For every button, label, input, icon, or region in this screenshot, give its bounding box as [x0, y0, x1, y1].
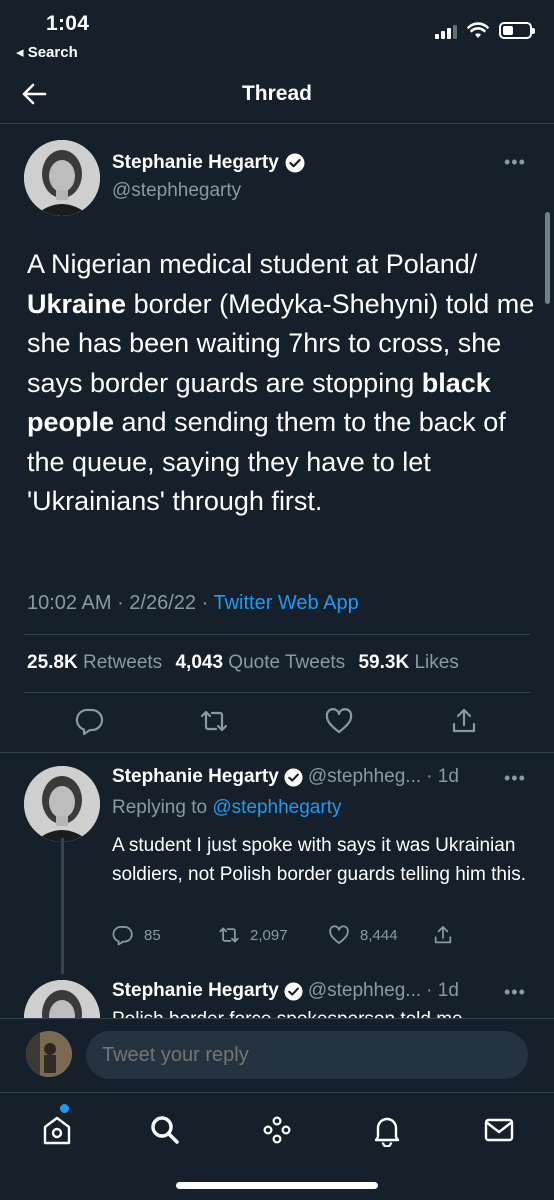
tweet-stats: 25.8K Retweets 4,043 Quote Tweets 59.3K …: [27, 652, 459, 674]
likes-count: 59.3K: [358, 652, 410, 673]
share-icon[interactable]: [449, 706, 479, 736]
tweet-date: 2/26/22: [129, 592, 197, 614]
tweet-actions: [0, 706, 554, 742]
tweet-text-part: A Nigerian medical student at Poland/: [27, 249, 478, 279]
messages-mail-icon[interactable]: [482, 1113, 516, 1147]
reply-text-truncated: Polish border force spokesperson told me: [112, 1010, 532, 1018]
share-icon: [434, 926, 452, 944]
battery-icon: [499, 22, 535, 39]
reply-like-button[interactable]: 8,444: [328, 924, 398, 946]
reply-text: Polish border force spokesperson told me: [112, 1010, 532, 1018]
reply-text: A student I just spoke with says it was …: [112, 835, 526, 885]
reply-replies-count: 85: [144, 926, 161, 944]
reply-share-button[interactable]: [432, 924, 454, 946]
reply-author-name: Stephanie Hegarty: [112, 766, 279, 787]
thread-header: Thread: [0, 66, 554, 124]
like-heart-icon: [329, 925, 349, 944]
divider: [24, 692, 530, 693]
tweet-source-link[interactable]: Twitter Web App: [213, 592, 358, 614]
thread-connector-line: [61, 838, 64, 974]
tweet-text: A Nigerian medical student at Poland/ Uk…: [27, 245, 537, 522]
quotes-label: Quote Tweets: [228, 652, 346, 673]
tweet-timestamp: 10:02 AM · 2/26/22 · Twitter Web App: [27, 592, 359, 614]
reply-author-avatar[interactable]: [24, 980, 100, 1018]
avatar-photo: [24, 766, 100, 842]
author-name[interactable]: Stephanie Hegarty: [112, 152, 305, 174]
avatar-photo: [24, 140, 100, 216]
back-to-search-link[interactable]: ◂ Search: [16, 43, 78, 61]
tweet-reply-input[interactable]: [86, 1031, 528, 1079]
quotes-count: 4,043: [175, 652, 224, 673]
status-bar: 1:04 ◂ Search: [0, 0, 554, 66]
avatar-photo: [26, 1031, 72, 1077]
verified-badge-icon: [284, 767, 303, 787]
author-name-text: Stephanie Hegarty: [112, 152, 279, 173]
reply-more-options-icon[interactable]: •••: [504, 982, 526, 1003]
author-avatar[interactable]: [24, 140, 100, 216]
reply-retweet-button[interactable]: 2,097: [218, 924, 288, 946]
likes-stat[interactable]: 59.3K Likes: [358, 652, 458, 673]
reply-icon: [112, 926, 133, 946]
divider: [24, 634, 530, 635]
likes-label: Likes: [414, 652, 459, 673]
reply-age: · 1d: [426, 980, 459, 1001]
retweets-count: 25.8K: [27, 652, 78, 673]
status-icons: [435, 22, 535, 39]
retweets-label: Retweets: [82, 652, 163, 673]
wifi-icon: [467, 22, 489, 38]
tweet-text-bold: Ukraine: [27, 288, 127, 319]
current-user-avatar[interactable]: [26, 1031, 72, 1077]
replying-prefix: Replying to: [112, 797, 208, 818]
home-icon[interactable]: [40, 1113, 74, 1147]
reply-author-line[interactable]: Stephanie Hegarty @stephheg... · 1d: [112, 766, 459, 788]
retweet-icon: [219, 927, 239, 943]
reply-actions: 85 2,097 8,444: [112, 924, 532, 948]
replying-to-link[interactable]: @stephhegarty: [212, 797, 341, 818]
retweets-stat[interactable]: 25.8K Retweets: [27, 652, 162, 673]
reply-likes-count: 8,444: [360, 926, 398, 944]
reply-reply-button[interactable]: 85: [112, 924, 161, 946]
notifications-bell-icon[interactable]: [370, 1113, 404, 1147]
spaces-icon[interactable]: [260, 1113, 294, 1147]
reply-retweets-count: 2,097: [250, 926, 288, 944]
reply-author-handle: @stephheg...: [307, 766, 422, 787]
reply-icon[interactable]: [75, 706, 105, 736]
reply-author-name: Stephanie Hegarty: [112, 980, 279, 1001]
scrollbar[interactable]: [545, 212, 550, 304]
divider: [0, 752, 554, 753]
home-indicator[interactable]: [176, 1182, 378, 1189]
reply-age: · 1d: [426, 766, 459, 787]
reply-more-options-icon[interactable]: •••: [504, 768, 526, 789]
author-handle[interactable]: @stephhegarty: [112, 180, 241, 202]
retweet-icon[interactable]: [199, 706, 229, 736]
more-options-icon[interactable]: •••: [504, 152, 526, 173]
replying-to: Replying to @stephhegarty: [112, 797, 341, 819]
search-icon[interactable]: [148, 1113, 182, 1147]
reply-author-avatar[interactable]: [24, 766, 100, 842]
verified-badge-icon: [285, 153, 305, 173]
reply-author-line[interactable]: Stephanie Hegarty @stephheg... · 1d: [112, 980, 459, 1002]
home-new-content-dot: [60, 1104, 69, 1113]
status-time: 1:04: [46, 12, 90, 35]
tweet-time: 10:02 AM: [27, 592, 112, 614]
cellular-signal-icon: [435, 23, 457, 39]
avatar-photo: [24, 980, 100, 1018]
page-title: Thread: [241, 82, 312, 105]
reply-composer: [0, 1018, 554, 1092]
quotes-stat[interactable]: 4,043 Quote Tweets: [175, 652, 345, 673]
like-heart-icon[interactable]: [324, 706, 354, 736]
verified-badge-icon: [284, 981, 303, 1001]
reply-author-handle: @stephheg...: [307, 980, 422, 1001]
